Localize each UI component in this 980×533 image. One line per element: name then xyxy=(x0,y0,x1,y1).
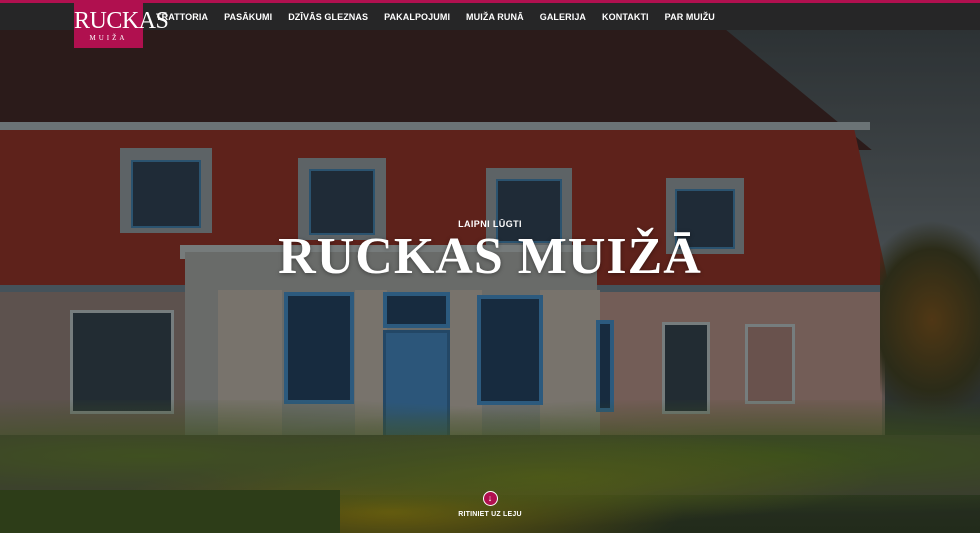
hero-title: RUCKAS MUIŽĀ xyxy=(278,228,702,285)
menu-item-kontakti[interactable]: KONTAKTI xyxy=(602,12,649,22)
menu-item-trattoria[interactable]: TRATTORIA xyxy=(156,12,208,22)
site-logo[interactable]: RUCKAS MUIŽA xyxy=(74,0,169,48)
menu-item-pakalpojumi[interactable]: PAKALPOJUMI xyxy=(384,12,450,22)
menu-item-galerija[interactable]: GALERIJA xyxy=(540,12,586,22)
arrow-down-circle-icon: ↓ xyxy=(482,491,498,506)
logo-subtitle: MUIŽA xyxy=(89,34,128,42)
menu-item-muiza-runa[interactable]: MUIŽA RUNĀ xyxy=(466,12,524,22)
scroll-down-label: RITINIET UZ LEJU xyxy=(458,511,522,518)
scroll-down-button[interactable]: ↓ RITINIET UZ LEJU xyxy=(440,491,540,518)
menu-item-par-muizu[interactable]: PAR MUIŽU xyxy=(665,12,715,22)
menu-item-pasakumi[interactable]: PASĀKUMI xyxy=(224,12,272,22)
logo-name: RUCKAS xyxy=(74,8,169,34)
main-menu: TRATTORIA PASĀKUMI DZĪVĀS GLEZNAS PAKALP… xyxy=(156,3,731,30)
menu-item-dzivas-gleznas[interactable]: DZĪVĀS GLEZNAS xyxy=(288,12,368,22)
